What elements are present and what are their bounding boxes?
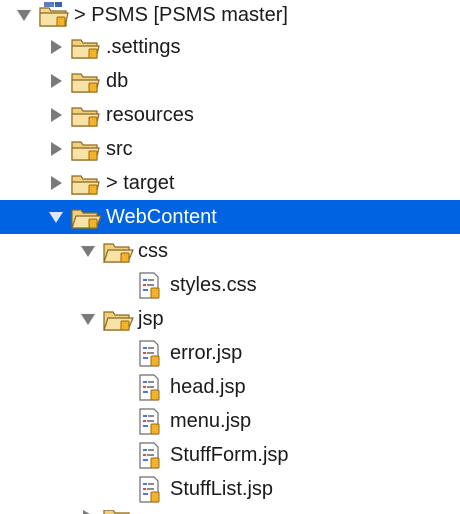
file-icon	[136, 340, 168, 368]
folder-icon	[70, 102, 102, 130]
tree-item-label: > target	[106, 172, 175, 194]
expand-triangle-icon[interactable]	[46, 64, 66, 98]
tree-item-label: .settings	[106, 36, 181, 58]
collapse-triangle-icon[interactable]	[14, 0, 34, 32]
collapse-triangle-icon[interactable]	[78, 302, 98, 336]
tree-item-label: error.jsp	[170, 342, 243, 364]
tree-item-label: src	[106, 138, 133, 160]
tree-item-head-jsp[interactable]: head.jsp	[0, 370, 460, 404]
file-icon	[136, 476, 168, 504]
file-icon	[136, 408, 168, 436]
project-explorer-tree: > PSMS [PSMS master] .settings db resour…	[0, 0, 460, 514]
tree-item-project[interactable]: > PSMS [PSMS master]	[0, 0, 460, 32]
folder-icon	[70, 68, 102, 96]
folder-icon	[102, 306, 134, 334]
folder-icon	[102, 238, 134, 266]
tree-item-label: db	[106, 70, 129, 92]
tree-item-css[interactable]: css	[0, 234, 460, 268]
expand-triangle-icon[interactable]	[46, 166, 66, 200]
folder-icon	[70, 136, 102, 164]
expand-triangle-icon[interactable]	[46, 132, 66, 166]
tree-item-settings[interactable]: .settings	[0, 30, 460, 64]
tree-item-label: styles.css	[170, 274, 257, 296]
folder-icon	[70, 170, 102, 198]
tree-item-label: StuffForm.jsp	[170, 444, 289, 466]
collapse-triangle-icon[interactable]	[78, 234, 98, 268]
tree-item-error-jsp[interactable]: error.jsp	[0, 336, 460, 370]
expand-triangle-icon[interactable]	[78, 506, 98, 514]
tree-item-label: menu.jsp	[170, 410, 252, 432]
tree-item-label: head.jsp	[170, 376, 246, 398]
folder-icon	[70, 34, 102, 62]
expand-triangle-icon[interactable]	[46, 98, 66, 132]
tree-item-src[interactable]: src	[0, 132, 460, 166]
tree-item-stuffform-jsp[interactable]: StuffForm.jsp	[0, 438, 460, 472]
folder-icon	[102, 510, 134, 514]
tree-item-jsp[interactable]: jsp	[0, 302, 460, 336]
tree-item-menu-jsp[interactable]: menu.jsp	[0, 404, 460, 438]
tree-item-webcontent[interactable]: WebContent	[0, 200, 460, 234]
file-icon	[136, 442, 168, 470]
project-icon	[38, 2, 70, 30]
file-icon	[136, 374, 168, 402]
tree-item-label: jsp	[138, 308, 164, 330]
tree-item-label: css	[138, 240, 168, 262]
tree-item-resources[interactable]: resources	[0, 98, 460, 132]
tree-item-label: WebContent	[106, 206, 217, 228]
collapse-triangle-icon[interactable]	[46, 200, 66, 234]
folder-icon	[70, 204, 102, 232]
tree-item-stufflist-jsp[interactable]: StuffList.jsp	[0, 472, 460, 506]
file-icon	[136, 272, 168, 300]
tree-item-target[interactable]: > target	[0, 166, 460, 200]
tree-item-label: StuffList.jsp	[170, 478, 274, 500]
tree-item-db[interactable]: db	[0, 64, 460, 98]
tree-item-label: resources	[106, 104, 194, 126]
tree-item-label: > PSMS [PSMS master]	[74, 4, 288, 26]
expand-triangle-icon[interactable]	[46, 30, 66, 64]
tree-item-styles-css[interactable]: styles.css	[0, 268, 460, 302]
tree-item-partial[interactable]	[0, 506, 460, 514]
